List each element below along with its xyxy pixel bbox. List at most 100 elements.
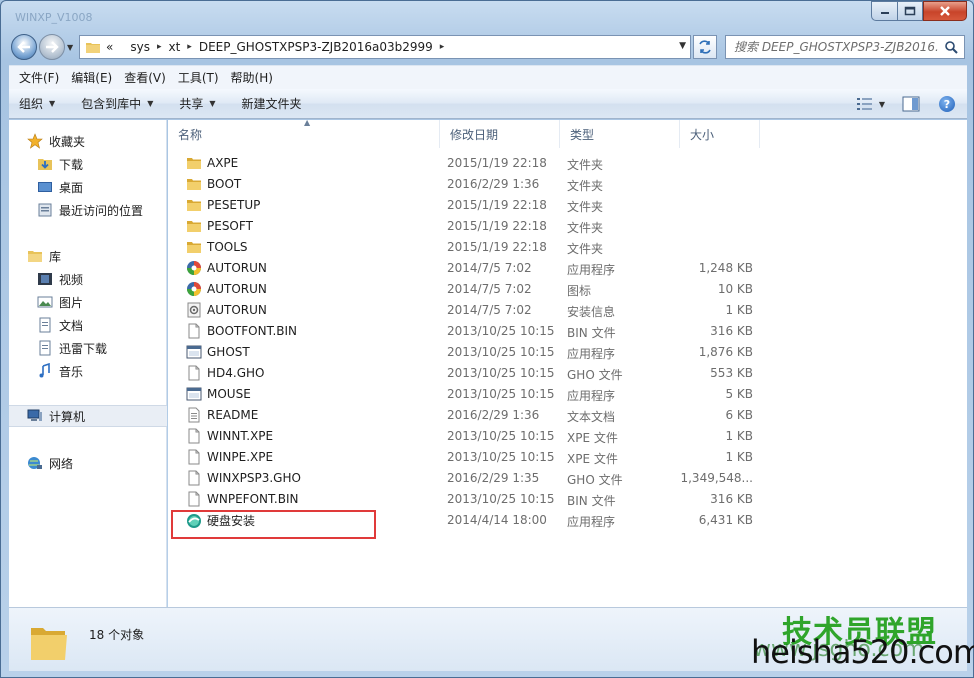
file-row[interactable]: AUTORUN 2014/7/5 7:02 安装信息 1 KB	[168, 300, 967, 321]
nav-videos[interactable]: 视频	[9, 268, 167, 290]
file-type: 安装信息	[567, 305, 616, 319]
menu-edit[interactable]: 编辑(E)	[65, 69, 118, 86]
file-date: 2015/1/19 22:18	[447, 219, 547, 233]
sort-ascending-icon: ▲	[304, 118, 311, 127]
chevron-right-icon[interactable]: ▸	[440, 42, 445, 52]
file-row[interactable]: MOUSE 2013/10/25 10:15 应用程序 5 KB	[168, 384, 967, 405]
back-button[interactable]	[11, 34, 37, 60]
breadcrumb-current[interactable]: DEEP_GHOSTXPSP3-ZJB2016a03b2999	[199, 40, 433, 54]
setup-info-icon	[186, 302, 202, 318]
search-box[interactable]	[725, 35, 965, 59]
column-size-label: 大小	[690, 127, 715, 142]
file-name: BOOTFONT.BIN	[207, 324, 298, 338]
file-row[interactable]: HD4.GHO 2013/10/25 10:15 GHO 文件 553 KB	[168, 363, 967, 384]
exe-window-icon	[186, 386, 202, 402]
column-header-type[interactable]: 类型	[560, 120, 680, 148]
exe-window-icon	[186, 344, 202, 360]
file-name: WINPE.XPE	[207, 450, 274, 464]
recent-pages-dropdown[interactable]: ▼	[67, 43, 73, 52]
nav-pictures[interactable]: 图片	[9, 291, 167, 313]
breadcrumb-overflow[interactable]: «	[106, 40, 113, 54]
documents-icon	[37, 340, 53, 356]
file-row[interactable]: GHOST 2013/10/25 10:15 应用程序 1,876 KB	[168, 342, 967, 363]
network-icon	[27, 455, 43, 471]
nav-network[interactable]: 网络	[9, 452, 167, 474]
search-icon[interactable]	[944, 40, 958, 54]
nav-desktop[interactable]: 桌面	[9, 176, 167, 198]
file-date: 2016/2/29 1:36	[447, 177, 540, 191]
file-row[interactable]: WNPEFONT.BIN 2013/10/25 10:15 BIN 文件 316 KB	[168, 489, 967, 510]
file-name-cell: BOOTFONT.BIN	[186, 323, 297, 339]
view-options-button[interactable]	[853, 92, 877, 116]
file-row[interactable]: README 2016/2/29 1:36 文本文档 6 KB	[168, 405, 967, 426]
share-button[interactable]: 共享 ▼	[179, 95, 215, 112]
file-row[interactable]: WINPE.XPE 2013/10/25 10:15 XPE 文件 1 KB	[168, 447, 967, 468]
file-type: 文本文档	[567, 410, 616, 424]
organize-button[interactable]: 组织 ▼	[19, 95, 55, 112]
file-row[interactable]: PESETUP 2015/1/19 22:18 文件夹	[168, 195, 967, 216]
maximize-button[interactable]	[897, 1, 923, 21]
include-in-library-button[interactable]: 包含到库中 ▼	[81, 95, 153, 112]
nav-favorites[interactable]: 收藏夹	[9, 130, 167, 152]
file-row[interactable]: TOOLS 2015/1/19 22:18 文件夹	[168, 237, 967, 258]
breadcrumb-sys[interactable]: sys	[130, 40, 150, 54]
file-size: 1 KB	[725, 429, 753, 443]
file-row[interactable]: PESOFT 2015/1/19 22:18 文件夹	[168, 216, 967, 237]
chevron-down-icon[interactable]: ▼	[879, 100, 885, 109]
close-button[interactable]	[923, 1, 967, 21]
nav-documents[interactable]: 文档	[9, 314, 167, 336]
address-bar[interactable]: « sys ▸ xt ▸ DEEP_GHOSTXPSP3-ZJB2016a03b…	[79, 35, 691, 59]
nav-videos-label: 视频	[59, 272, 84, 287]
forward-button[interactable]	[39, 34, 65, 60]
nav-downloads[interactable]: 下载	[9, 153, 167, 175]
address-dropdown[interactable]: ▼	[679, 41, 686, 51]
file-row[interactable]: AXPE 2015/1/19 22:18 文件夹	[168, 153, 967, 174]
help-button[interactable]: ?	[935, 92, 959, 116]
column-header-size[interactable]: 大小	[680, 120, 760, 148]
refresh-button[interactable]	[693, 35, 717, 59]
nav-desktop-label: 桌面	[59, 180, 84, 195]
nav-computer[interactable]: 计算机	[9, 405, 167, 427]
file-name: MOUSE	[207, 387, 251, 401]
title-bar: WINXP_V1008	[1, 1, 973, 31]
chevron-right-icon[interactable]: ▸	[157, 42, 162, 52]
file-row[interactable]: BOOT 2016/2/29 1:36 文件夹	[168, 174, 967, 195]
file-list: 名称 ▲ 修改日期 类型 大小 AXPE 2015/1/19 22:18 文件夹 BO…	[168, 118, 967, 607]
file-row[interactable]: WINNT.XPE 2013/10/25 10:15 XPE 文件 1 KB	[168, 426, 967, 447]
file-name: AUTORUN	[207, 282, 267, 296]
file-type: BIN 文件	[567, 326, 616, 340]
file-size: 316 KB	[710, 324, 753, 338]
file-name: WINNT.XPE	[207, 429, 274, 443]
file-row[interactable]: WINXPSP3.GHO 2016/2/29 1:35 GHO 文件 1,349,54…	[168, 468, 967, 489]
file-row[interactable]: AUTORUN 2014/7/5 7:02 图标 10 KB	[168, 279, 967, 300]
menu-tools[interactable]: 工具(T)	[172, 69, 225, 86]
file-type: 文件夹	[567, 242, 604, 256]
column-header-date[interactable]: 修改日期	[440, 120, 560, 148]
file-row[interactable]: BOOTFONT.BIN 2013/10/25 10:15 BIN 文件 316 KB	[168, 321, 967, 342]
recent-places-icon	[37, 202, 53, 218]
menu-view[interactable]: 查看(V)	[118, 69, 172, 86]
chevron-down-icon: ▼	[209, 99, 216, 108]
nav-music[interactable]: 音乐	[9, 360, 167, 382]
nav-recent-places[interactable]: 最近访问的位置	[9, 199, 167, 221]
file-date: 2015/1/19 22:18	[447, 240, 547, 254]
breadcrumb-xt[interactable]: xt	[168, 40, 180, 54]
refresh-icon	[699, 40, 711, 54]
column-header-name[interactable]: 名称 ▲	[168, 118, 440, 148]
minimize-button[interactable]	[871, 1, 897, 21]
file-date: 2016/2/29 1:36	[447, 408, 540, 422]
search-input[interactable]	[734, 40, 939, 54]
menu-file[interactable]: 文件(F)	[13, 69, 65, 86]
menu-help[interactable]: 帮助(H)	[225, 69, 279, 86]
new-folder-button[interactable]: 新建文件夹	[242, 95, 302, 112]
file-date: 2013/10/25 10:15	[447, 450, 555, 464]
preview-pane-button[interactable]	[899, 92, 923, 116]
file-date: 2015/1/19 22:18	[447, 156, 547, 170]
nav-libraries[interactable]: 库	[9, 245, 167, 267]
nav-xunlei-downloads[interactable]: 迅雷下载	[9, 337, 167, 359]
file-name-cell: WINXPSP3.GHO	[186, 470, 301, 486]
file-icon	[186, 491, 202, 507]
file-name: BOOT	[207, 177, 242, 191]
file-row[interactable]: AUTORUN 2014/7/5 7:02 应用程序 1,248 KB	[168, 258, 967, 279]
chevron-right-icon[interactable]: ▸	[187, 42, 192, 52]
